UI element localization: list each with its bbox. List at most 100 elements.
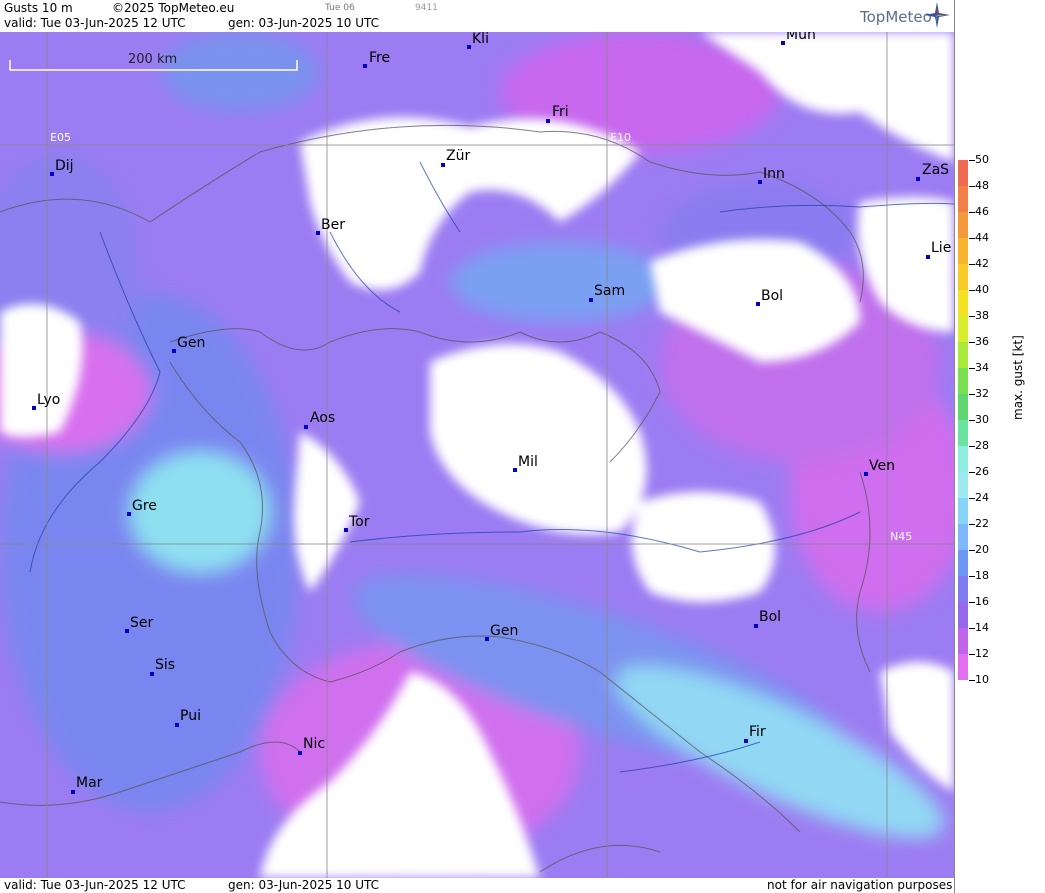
city-label: Fri: [552, 104, 569, 120]
legend-swatch: [958, 186, 968, 212]
city-marker: [127, 512, 131, 516]
city-label: Sis: [155, 657, 176, 673]
city-label: Fre: [369, 50, 391, 66]
legend-label: 16: [975, 595, 989, 608]
city-marker: [756, 302, 760, 306]
legend-swatch: [958, 316, 968, 342]
city-marker: [363, 64, 367, 68]
legend-label: 32: [975, 387, 989, 400]
legend-label: 24: [975, 491, 989, 504]
scale-label: 200 km: [128, 52, 178, 67]
city-marker: [344, 528, 348, 532]
city-marker: [589, 298, 593, 302]
city-label: Ser: [130, 615, 154, 631]
legend-swatch: [958, 160, 968, 186]
legend-swatch: [958, 394, 968, 420]
legend-label: 26: [975, 465, 989, 478]
color-legend: 50 48 46 44 42 40 38 36 34 32 30 28 26 24 22 20 18 16 14 12…: [954, 0, 1045, 893]
legend-label: 34: [975, 361, 989, 374]
city-marker: [744, 739, 748, 743]
legend-swatch: [958, 472, 968, 498]
city-marker: [175, 723, 179, 727]
city-label: Fir: [749, 724, 766, 740]
legend-swatch: [958, 238, 968, 264]
legend-label: 14: [975, 621, 989, 634]
city-label: Ven: [869, 458, 895, 474]
day-tab[interactable]: Tue 06: [325, 3, 355, 13]
legend-label: 50: [975, 153, 989, 166]
legend-swatch: [958, 446, 968, 472]
grid-label-n45: N45: [890, 530, 913, 543]
city-marker: [758, 180, 762, 184]
legend-swatch: [958, 264, 968, 290]
city-label: Gre: [132, 498, 157, 514]
copyright: ©2025 TopMeteo.eu: [112, 1, 235, 15]
map-footer: valid: Tue 03-Jun-2025 12 UTC gen: 03-Ju…: [0, 878, 954, 893]
grid-label-e05: E05: [50, 131, 71, 144]
footer-generated-time: gen: 03-Jun-2025 10 UTC: [228, 878, 380, 892]
legend-swatch: [958, 524, 968, 550]
city-marker: [546, 119, 550, 123]
legend-label: 12: [975, 647, 989, 660]
city-label: Ber: [321, 217, 345, 233]
legend-label: 18: [975, 569, 989, 582]
city-marker: [150, 672, 154, 676]
city-marker: [754, 624, 758, 628]
gust-map[interactable]: 200 km E05 E10 N45 Kli Mun Fre Fri Dij Z…: [0, 32, 954, 878]
city-marker: [781, 41, 785, 45]
legend-label: 38: [975, 309, 989, 322]
compass-star-icon: [924, 2, 950, 28]
city-marker: [32, 406, 36, 410]
city-label: Zür: [446, 148, 471, 164]
grid-label-e10: E10: [610, 131, 631, 144]
map-field: [0, 32, 954, 878]
city-label: Mun: [786, 32, 816, 43]
legend-swatch: [958, 576, 968, 602]
product-title: Gusts 10 m: [4, 1, 73, 15]
city-marker: [298, 751, 302, 755]
city-label: Kli: [472, 32, 489, 47]
city-label: Mar: [76, 775, 103, 791]
city-label: Dij: [55, 158, 74, 174]
city-label: Tor: [349, 514, 370, 530]
city-label: Pui: [180, 708, 201, 724]
legend-swatch: [958, 602, 968, 628]
city-label: Gen: [490, 623, 519, 639]
city-marker: [304, 425, 308, 429]
city-marker: [467, 45, 471, 49]
city-label: Gen: [177, 335, 206, 351]
legend-label: 36: [975, 335, 989, 348]
city-marker: [441, 163, 445, 167]
city-label: Lyo: [37, 392, 61, 408]
legend-label: 20: [975, 543, 989, 556]
legend-swatch: [958, 420, 968, 446]
legend-label: 10: [975, 673, 989, 686]
legend-label: 40: [975, 283, 989, 296]
legend-label: 48: [975, 179, 989, 192]
legend-label: 30: [975, 413, 989, 426]
legend-unit: max. gust [kt]: [1011, 335, 1025, 420]
city-label: Nic: [303, 736, 326, 752]
footer-disclaimer: not for air navigation purposes: [767, 878, 953, 892]
city-label: Mil: [518, 454, 538, 470]
city-label: ZaS: [922, 162, 950, 178]
legend-swatch: [958, 628, 968, 654]
legend-swatch: [958, 550, 968, 576]
legend-label: 44: [975, 231, 989, 244]
legend-label: 28: [975, 439, 989, 452]
city-marker: [125, 629, 129, 633]
legend-label: 42: [975, 257, 989, 270]
map-header: Gusts 10 m ©2025 TopMeteo.eu valid: Tue …: [0, 0, 954, 32]
city-label: Bol: [759, 609, 782, 625]
footer-valid-time: valid: Tue 03-Jun-2025 12 UTC: [4, 878, 186, 892]
brand-logo-text: TopMeteo: [860, 8, 932, 26]
legend-swatch: [958, 654, 968, 680]
run-code: 9411: [415, 3, 438, 13]
city-marker: [926, 255, 930, 259]
city-marker: [864, 472, 868, 476]
generated-time: gen: 03-Jun-2025 10 UTC: [228, 16, 380, 30]
city-label: Bol: [761, 288, 784, 304]
city-label: Aos: [310, 410, 336, 426]
legend-swatch: [958, 290, 968, 316]
city-marker: [172, 349, 176, 353]
